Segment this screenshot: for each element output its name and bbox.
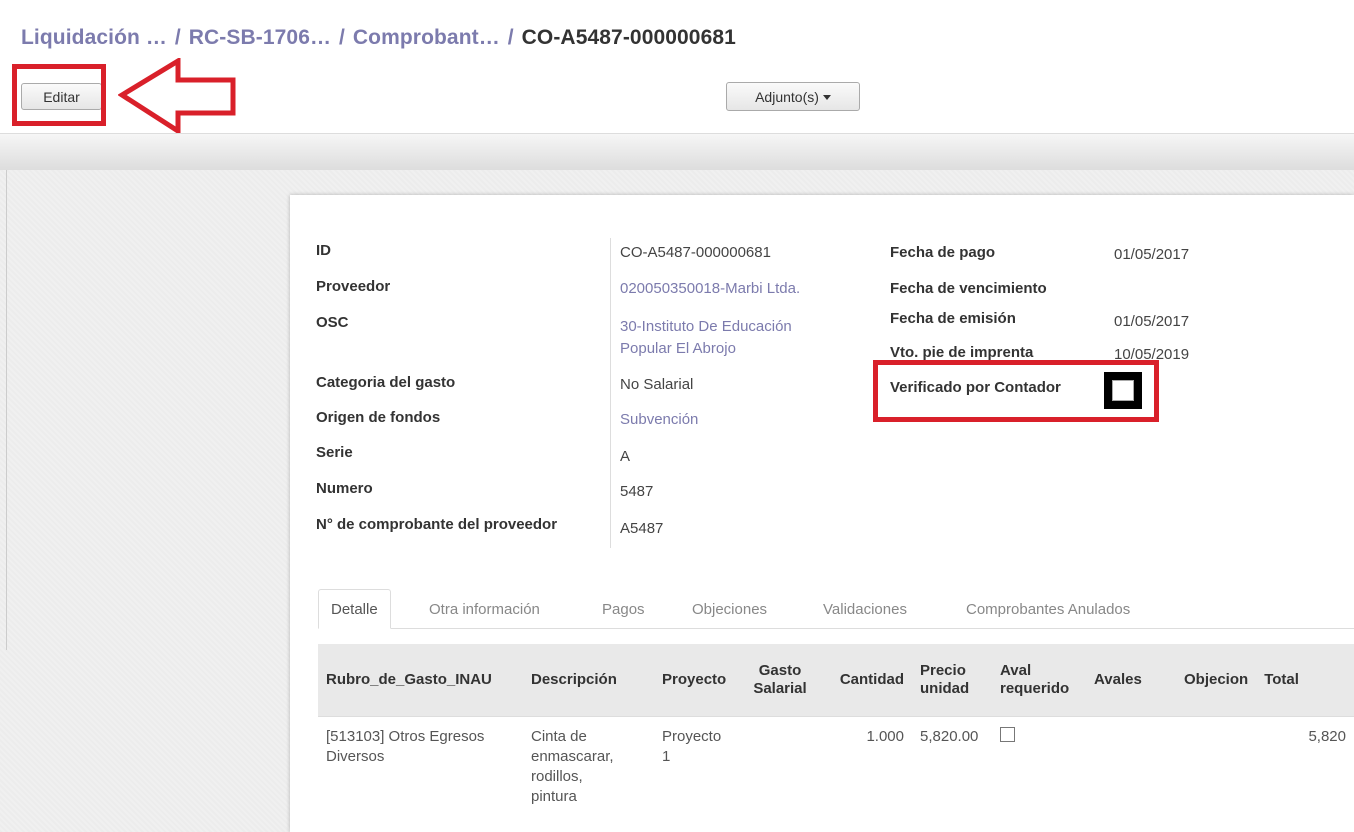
- tab-detalle[interactable]: Detalle: [318, 589, 391, 629]
- column-header-precio-l2: unidad: [920, 679, 970, 697]
- cell-rubro: [513103] Otros Egresos Diversos: [318, 716, 523, 817]
- detail-table: Rubro_de_Gasto_INAU Descripción Proyecto…: [318, 644, 1354, 817]
- field-value-numero: 5487: [620, 483, 654, 500]
- column-header-objecion[interactable]: Objecion: [1176, 644, 1257, 717]
- column-header-avales[interactable]: Avales: [1086, 644, 1176, 717]
- cell-descripcion: Cinta de enmascarar, rodillos, pintura: [523, 716, 654, 817]
- attachments-label: Adjunto(s): [755, 88, 819, 105]
- cell-aval-requerido: [992, 716, 1086, 817]
- breadcrumb-current: CO-A5487-000000681: [521, 26, 736, 49]
- field-value-origen[interactable]: Subvención: [620, 411, 698, 428]
- field-label-origen: Origen de fondos: [316, 409, 441, 426]
- left-arrow-annotation-icon: [118, 58, 236, 136]
- field-value-categoria: No Salarial: [620, 376, 694, 393]
- field-column-divider: [610, 238, 611, 548]
- breadcrumb: Liquidación … / RC-SB-1706… / Comprobant…: [21, 26, 736, 50]
- verificado-checkbox-frame: [1104, 372, 1142, 409]
- edit-highlight-box: [12, 64, 106, 126]
- field-label-verificado: Verificado por Contador: [890, 379, 1061, 396]
- field-value-osc-line2[interactable]: Popular El Abrojo: [620, 340, 736, 357]
- column-header-gasto-salarial[interactable]: Gasto Salarial: [738, 644, 822, 717]
- column-header-aval-requerido[interactable]: Aval requerido: [992, 644, 1086, 717]
- breadcrumb-separator: /: [174, 26, 181, 49]
- field-label-serie: Serie: [316, 444, 353, 461]
- field-value-fecha-pago: 01/05/2017: [1114, 246, 1190, 263]
- column-header-cantidad[interactable]: Cantidad: [822, 644, 912, 717]
- column-header-gasto-l2: Salarial: [753, 679, 807, 697]
- field-value-osc-line1[interactable]: 30-Instituto De Educación: [620, 318, 792, 335]
- tab-otra-informacion[interactable]: Otra información: [429, 589, 540, 629]
- field-label-vto-imprenta: Vto. pie de imprenta: [890, 344, 1034, 361]
- field-label-fecha-emision: Fecha de emisión: [890, 310, 1016, 327]
- field-label-osc: OSC: [316, 314, 349, 331]
- cell-desc-l2: enmascarar,: [531, 747, 614, 765]
- tab-pagos[interactable]: Pagos: [602, 589, 645, 629]
- cell-cantidad: 1.000: [866, 727, 904, 745]
- cell-total: 5,820: [1308, 727, 1346, 745]
- cell-rubro-l2: Diversos: [326, 747, 385, 765]
- cell-proyecto: Proyecto 1: [654, 716, 738, 817]
- field-label-proveedor: Proveedor: [316, 278, 391, 295]
- tab-comprobantes-anulados[interactable]: Comprobantes Anulados: [966, 589, 1130, 629]
- column-header-gasto-l1: Gasto: [758, 661, 802, 679]
- cell-proyecto-l2: 1: [662, 747, 671, 765]
- field-label-id: ID: [316, 242, 331, 259]
- tab-objeciones[interactable]: Objeciones: [692, 589, 767, 629]
- column-header-aval-l2: requerido: [1000, 679, 1070, 697]
- aval-requerido-checkbox[interactable]: [1000, 726, 1015, 742]
- column-header-aval-l1: Aval: [1000, 661, 1032, 679]
- cell-precio-unidad: 5,820.00: [920, 727, 979, 745]
- breadcrumb-item-comprobantes[interactable]: Comprobant…: [353, 26, 500, 49]
- breadcrumb-separator: /: [507, 26, 514, 49]
- column-header-descripcion[interactable]: Descripción: [523, 644, 654, 717]
- table-header-row: Rubro_de_Gasto_INAU Descripción Proyecto…: [318, 644, 1354, 717]
- breadcrumb-item-rendicion[interactable]: RC-SB-1706…: [189, 26, 331, 49]
- cell-objecion: [1176, 716, 1256, 817]
- column-header-precio-unidad[interactable]: Precio unidad: [912, 644, 992, 717]
- table-row[interactable]: [513103] Otros Egresos Diversos Cinta de…: [318, 716, 1354, 817]
- column-header-proyecto[interactable]: Proyecto: [654, 644, 738, 717]
- cell-proyecto-l1: Proyecto: [662, 727, 722, 745]
- attachments-dropdown-button[interactable]: Adjunto(s): [726, 82, 860, 111]
- field-label-fecha-vencimiento: Fecha de vencimiento: [890, 280, 1047, 297]
- cell-gasto-salarial: [738, 716, 822, 817]
- field-value-serie: A: [620, 448, 631, 465]
- breadcrumb-item-liquidacion[interactable]: Liquidación …: [21, 26, 167, 49]
- cell-desc-l4: pintura: [531, 787, 577, 805]
- cell-rubro-l1: [513103] Otros Egresos: [326, 727, 485, 745]
- toolbar-band: [0, 133, 1354, 171]
- cell-desc-l1: Cinta de: [531, 727, 587, 745]
- field-value-nro-comprobante: A5487: [620, 520, 664, 537]
- column-header-precio-l1: Precio: [920, 661, 966, 679]
- breadcrumb-separator: /: [339, 26, 345, 49]
- field-value-fecha-emision: 01/05/2017: [1114, 313, 1190, 330]
- field-value-id: CO-A5487-000000681: [620, 244, 771, 261]
- cell-avales: [1086, 716, 1176, 817]
- field-label-fecha-pago: Fecha de pago: [890, 244, 996, 261]
- column-header-rubro[interactable]: Rubro_de_Gasto_INAU: [318, 644, 523, 717]
- field-value-proveedor[interactable]: 020050350018-Marbi Ltda.: [620, 280, 800, 297]
- field-label-nro-comprobante: N° de comprobante del proveedor: [316, 516, 558, 533]
- left-divider: [6, 170, 7, 650]
- cell-desc-l3: rodillos,: [531, 767, 583, 785]
- control-panel: Liquidación … / RC-SB-1706… / Comprobant…: [0, 0, 1354, 136]
- column-header-total[interactable]: Total: [1256, 644, 1354, 717]
- caret-down-icon: [822, 95, 831, 100]
- tab-validaciones[interactable]: Validaciones: [823, 589, 907, 629]
- field-label-categoria: Categoria del gasto: [316, 374, 456, 391]
- field-label-numero: Numero: [316, 480, 373, 497]
- verificado-checkbox[interactable]: [1112, 380, 1134, 401]
